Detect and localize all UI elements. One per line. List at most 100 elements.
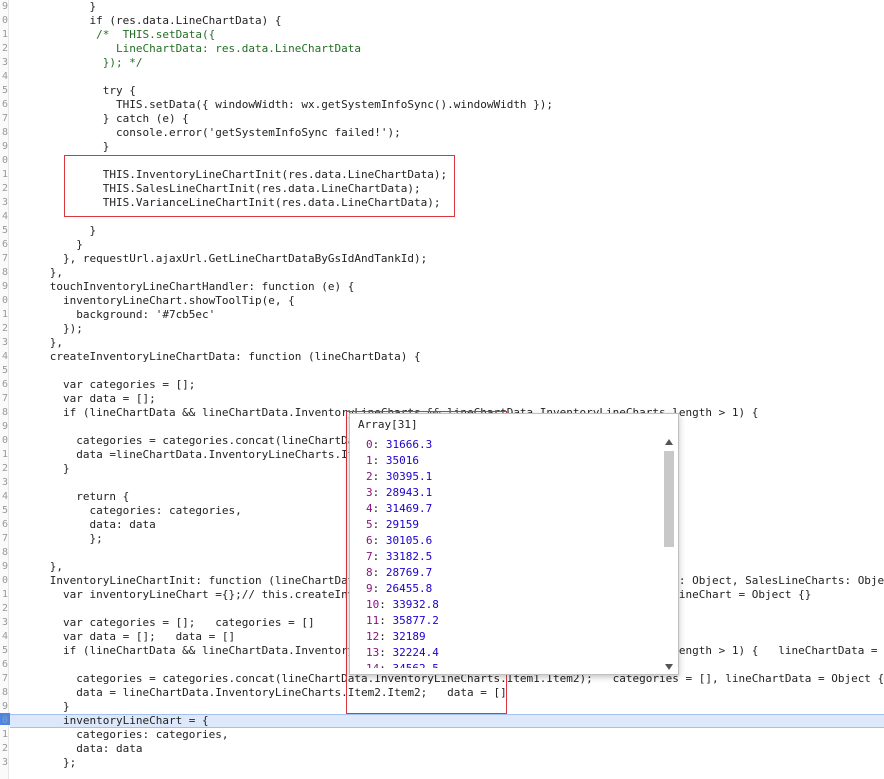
array-item[interactable]: 14: 34562.5	[350, 661, 660, 668]
array-inspector-popup[interactable]: Array[31] 0: 31666.3 1: 35016 2: 30395.1 3:…	[349, 413, 679, 675]
line-number[interactable]: 6	[0, 238, 8, 252]
line-number[interactable]: 8	[0, 126, 8, 140]
line-number[interactable]: 0	[0, 574, 8, 588]
code-line[interactable]: });	[10, 322, 884, 336]
line-number[interactable]: 5	[0, 224, 8, 238]
array-item[interactable]: 1: 35016	[350, 453, 660, 469]
code-line[interactable]	[10, 210, 884, 224]
line-number[interactable]: 4	[0, 210, 8, 224]
code-line[interactable]: },	[10, 266, 884, 280]
array-item[interactable]: 9: 26455.8	[350, 581, 660, 597]
line-number[interactable]: 0	[0, 434, 8, 448]
scroll-up-icon[interactable]	[665, 439, 673, 445]
code-line[interactable]: try {	[10, 84, 884, 98]
code-line[interactable]: }, requestUrl.ajaxUrl.GetLineChartDataBy…	[10, 252, 884, 266]
line-number[interactable]: 2	[0, 602, 8, 616]
line-number[interactable]: 8	[0, 266, 8, 280]
array-item[interactable]: 12: 32189	[350, 629, 660, 645]
line-number[interactable]: 2	[0, 182, 8, 196]
line-number[interactable]: 6	[0, 518, 8, 532]
line-number[interactable]: 3	[0, 56, 8, 70]
line-number[interactable]: 3	[0, 336, 8, 350]
popup-scrollbar[interactable]	[662, 437, 676, 672]
line-number[interactable]: 0	[0, 714, 8, 728]
line-number[interactable]: 1	[0, 168, 8, 182]
code-line[interactable]: var data = [];	[10, 392, 884, 406]
code-line[interactable]: /* THIS.setData({	[10, 28, 884, 42]
line-number[interactable]: 6	[0, 98, 8, 112]
line-number[interactable]: 0	[0, 154, 8, 168]
code-line[interactable]: data: data	[10, 742, 884, 756]
code-line[interactable]: }	[10, 224, 884, 238]
line-number[interactable]: 2	[0, 462, 8, 476]
code-line[interactable]: THIS.VarianceLineChartInit(res.data.Line…	[10, 196, 884, 210]
array-item[interactable]: 4: 31469.7	[350, 501, 660, 517]
array-item[interactable]: 5: 29159	[350, 517, 660, 533]
line-number[interactable]: 6	[0, 378, 8, 392]
array-item-list[interactable]: 0: 31666.3 1: 35016 2: 30395.1 3: 28943.1 4:…	[350, 437, 660, 668]
line-number[interactable]: 8	[0, 546, 8, 560]
code-line[interactable]: if (res.data.LineChartData) {	[10, 14, 884, 28]
line-number[interactable]: 7	[0, 112, 8, 126]
code-line[interactable]: var categories = [];	[10, 378, 884, 392]
code-line[interactable]: },	[10, 336, 884, 350]
code-line[interactable]: categories: categories,	[10, 728, 884, 742]
code-line[interactable]: THIS.InventoryLineChartInit(res.data.Lin…	[10, 168, 884, 182]
line-number[interactable]: 1	[0, 588, 8, 602]
code-line[interactable]: background: '#7cb5ec'	[10, 308, 884, 322]
line-number[interactable]: 4	[0, 70, 8, 84]
array-item[interactable]: 2: 30395.1	[350, 469, 660, 485]
line-number[interactable]: 4	[0, 630, 8, 644]
line-number[interactable]: 1	[0, 728, 8, 742]
line-number[interactable]: 5	[0, 364, 8, 378]
line-number[interactable]: 1	[0, 308, 8, 322]
line-number[interactable]: 7	[0, 392, 8, 406]
line-number[interactable]: 5	[0, 84, 8, 98]
line-number[interactable]: 5	[0, 504, 8, 518]
array-item[interactable]: 10: 33932.8	[350, 597, 660, 613]
code-line[interactable]: inventoryLineChart.showToolTip(e, {	[10, 294, 884, 308]
line-number[interactable]: 7	[0, 672, 8, 686]
code-line[interactable]: }); */	[10, 56, 884, 70]
code-line[interactable]: THIS.setData({ windowWidth: wx.getSystem…	[10, 98, 884, 112]
code-line[interactable]	[10, 154, 884, 168]
scroll-down-icon[interactable]	[665, 664, 673, 670]
line-number[interactable]: 0	[0, 294, 8, 308]
code-line[interactable]: }	[10, 700, 884, 714]
code-line[interactable]	[10, 364, 884, 378]
line-number[interactable]: 3	[0, 756, 8, 770]
line-number[interactable]: 1	[0, 448, 8, 462]
line-number[interactable]: 9	[0, 0, 8, 14]
line-number[interactable]: 3	[0, 476, 8, 490]
line-number[interactable]: 2	[0, 322, 8, 336]
array-item[interactable]: 7: 33182.5	[350, 549, 660, 565]
code-line[interactable]: THIS.SalesLineChartInit(res.data.LineCha…	[10, 182, 884, 196]
array-item[interactable]: 13: 32224.4	[350, 645, 660, 661]
line-number[interactable]: 9	[0, 700, 8, 714]
code-line[interactable]: }	[10, 0, 884, 14]
code-line[interactable]: }	[10, 238, 884, 252]
line-number[interactable]: 1	[0, 28, 8, 42]
code-line[interactable]: touchInventoryLineChartHandler: function…	[10, 280, 884, 294]
line-number[interactable]: 8	[0, 686, 8, 700]
code-line[interactable]: }	[10, 140, 884, 154]
code-line[interactable]: };	[10, 756, 884, 770]
line-number[interactable]: 4	[0, 350, 8, 364]
line-number[interactable]: 2	[0, 742, 8, 756]
line-number[interactable]: 7	[0, 252, 8, 266]
current-execution-line[interactable]: inventoryLineChart = {	[10, 714, 884, 728]
code-line[interactable]: } catch (e) {	[10, 112, 884, 126]
scroll-thumb[interactable]	[664, 451, 674, 547]
code-line[interactable]: console.error('getSystemInfoSync failed!…	[10, 126, 884, 140]
line-number[interactable]: 0	[0, 14, 8, 28]
line-number[interactable]: 7	[0, 532, 8, 546]
code-line[interactable]	[10, 70, 884, 84]
line-number[interactable]: 9	[0, 280, 8, 294]
line-number[interactable]: 9	[0, 420, 8, 434]
line-number[interactable]: 8	[0, 406, 8, 420]
array-item[interactable]: 11: 35877.2	[350, 613, 660, 629]
line-number[interactable]: 6	[0, 658, 8, 672]
code-line[interactable]: createInventoryLineChartData: function (…	[10, 350, 884, 364]
array-item[interactable]: 6: 30105.6	[350, 533, 660, 549]
array-item[interactable]: 3: 28943.1	[350, 485, 660, 501]
